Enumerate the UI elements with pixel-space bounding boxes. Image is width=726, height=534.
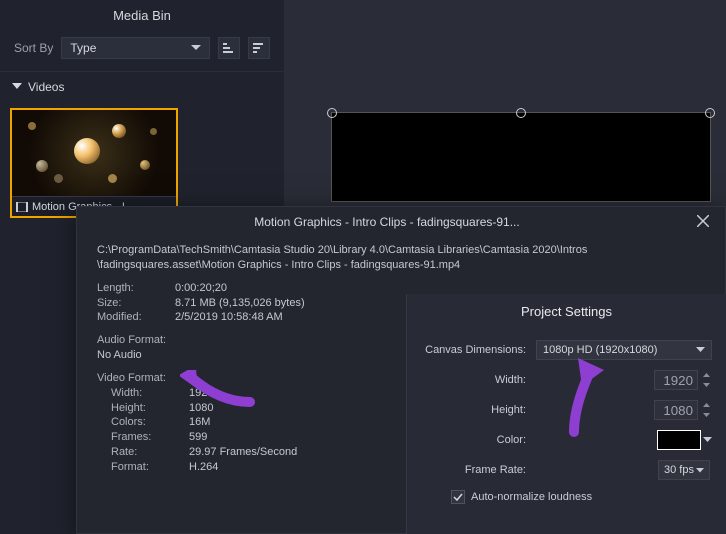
rate-label: Rate:: [111, 445, 189, 460]
properties-titlebar: Motion Graphics - Intro Clips - fadingsq…: [77, 207, 725, 237]
thumbnail-preview: [12, 110, 176, 196]
length-label: Length:: [97, 281, 175, 296]
video-clip-icon: [16, 202, 28, 212]
properties-title: Motion Graphics - Intro Clips - fadingsq…: [89, 215, 685, 229]
height-value: 1080: [189, 401, 213, 416]
frames-label: Frames:: [111, 430, 189, 445]
project-settings-panel: Project Settings Canvas Dimensions: 1080…: [406, 294, 726, 534]
height-stepper[interactable]: [700, 400, 712, 420]
sort-by-select[interactable]: Type: [61, 37, 210, 59]
audio-format-value: No Audio: [97, 348, 142, 363]
settings-color-label: Color:: [421, 434, 536, 446]
project-settings-title: Project Settings: [407, 294, 726, 334]
frame-rate-select[interactable]: 30 fps: [658, 460, 710, 480]
format-value: H.264: [189, 460, 218, 475]
canvas-dimensions-select[interactable]: 1080p HD (1920x1080): [536, 340, 712, 360]
modified-value: 2/5/2019 10:58:48 AM: [175, 310, 283, 325]
frame-rate-label: Frame Rate:: [421, 464, 536, 476]
colors-label: Colors:: [111, 415, 189, 430]
length-value: 0:00:20;20: [175, 281, 227, 296]
videos-category-header[interactable]: Videos: [0, 71, 284, 100]
chevron-up-icon: [703, 373, 710, 377]
size-label: Size:: [97, 296, 175, 311]
audio-format-label: Audio Format:: [97, 333, 166, 348]
canvas-dimensions-label: Canvas Dimensions:: [421, 344, 536, 356]
settings-height-input[interactable]: [654, 400, 698, 420]
file-path-line2: \fadingsquares.asset\Motion Graphics - I…: [97, 259, 460, 271]
close-button[interactable]: [693, 212, 713, 232]
height-label: Height:: [111, 401, 189, 416]
frame-rate-value: 30 fps: [664, 464, 694, 476]
close-icon: [697, 215, 709, 227]
chevron-down-icon: [191, 45, 201, 51]
canvas-handle[interactable]: [327, 108, 337, 118]
background-color-swatch[interactable]: [657, 430, 701, 450]
sort-by-label: Sort By: [14, 41, 53, 55]
modified-label: Modified:: [97, 310, 175, 325]
canvas-dimensions-value: 1080p HD (1920x1080): [543, 344, 657, 356]
sort-by-value: Type: [70, 41, 96, 55]
sort-desc-button[interactable]: [248, 37, 270, 59]
chevron-up-icon: [703, 403, 710, 407]
frames-value: 599: [189, 430, 207, 445]
settings-width-label: Width:: [421, 374, 536, 386]
project-settings-body: Canvas Dimensions: 1080p HD (1920x1080) …: [407, 334, 726, 510]
videos-category-label: Videos: [28, 80, 64, 94]
format-label: Format:: [111, 460, 189, 475]
chevron-down-icon: [696, 468, 704, 473]
chevron-down-icon: [703, 413, 710, 417]
settings-height-label: Height:: [421, 404, 536, 416]
size-value: 8.71 MB (9,135,026 bytes): [175, 296, 305, 311]
media-thumbnail[interactable]: Motion Graphics - I...: [10, 108, 178, 218]
preview-canvas[interactable]: [331, 112, 711, 202]
canvas-handle[interactable]: [516, 108, 526, 118]
sort-bar: Sort By Type: [0, 33, 284, 71]
chevron-down-icon: [696, 347, 705, 353]
canvas-handle[interactable]: [705, 108, 715, 118]
chevron-down-icon: [703, 437, 712, 443]
checkmark-icon: [453, 492, 463, 502]
auto-normalize-checkbox[interactable]: [451, 490, 465, 504]
width-value: 1920: [189, 386, 213, 401]
chevron-down-icon: [12, 83, 22, 91]
settings-width-input[interactable]: [654, 370, 698, 390]
media-bin-title: Media Bin: [0, 0, 284, 33]
width-label: Width:: [111, 386, 189, 401]
video-format-label: Video Format:: [97, 371, 166, 386]
width-stepper[interactable]: [700, 370, 712, 390]
rate-value: 29.97 Frames/Second: [189, 445, 297, 460]
sort-asc-button[interactable]: [218, 37, 240, 59]
colors-value: 16M: [189, 415, 210, 430]
file-path-line1: C:\ProgramData\TechSmith\Camtasia Studio…: [97, 244, 587, 256]
chevron-down-icon: [703, 383, 710, 387]
auto-normalize-label: Auto-normalize loudness: [471, 491, 592, 503]
